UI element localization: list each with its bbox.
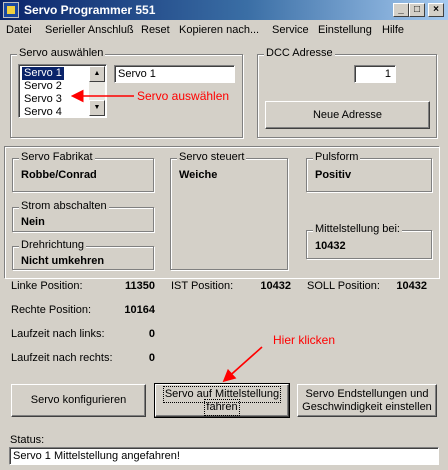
app-icon[interactable] — [3, 2, 19, 18]
servo-list-scrollbar[interactable]: ▲ ▼ — [89, 66, 105, 116]
pulsform-group: Pulsform Positiv — [306, 151, 432, 192]
mittelstellung-button-line1: Servo auf Mittelstellung — [162, 385, 282, 403]
linke-position-value: 11350 — [125, 280, 155, 292]
servo-list-item[interactable]: Servo 3 — [22, 93, 64, 106]
steuert-value: Weiche — [179, 169, 218, 181]
title-bar[interactable]: Servo Programmer 551 _ □ × — [0, 0, 448, 20]
servo-endstellungen-button[interactable]: Servo Endstellungen und Geschwindigkeit … — [297, 384, 437, 417]
menu-datei[interactable]: Datei — [6, 24, 32, 36]
servo-list-item[interactable]: Servo 2 — [22, 80, 64, 93]
fabrikat-value: Robbe/Conrad — [21, 169, 97, 181]
servo-listbox[interactable]: Servo 1 Servo 2 Servo 3 Servo 4 ▲ ▼ — [18, 64, 107, 118]
status-label: Status: — [10, 434, 45, 446]
drehrichtung-label: Drehrichtung — [19, 239, 86, 251]
soll-position-label: SOLL Position: — [307, 280, 380, 292]
servo-select-legend: Servo auswählen — [17, 47, 106, 59]
new-address-button[interactable]: Neue Adresse — [265, 101, 430, 129]
fabrikat-group: Servo Fabrikat Robbe/Conrad — [12, 151, 154, 192]
menu-service[interactable]: Service — [272, 24, 309, 36]
laufzeit-rechts-value: 0 — [148, 352, 155, 364]
click-here-annotation: Hier klicken — [273, 333, 336, 347]
endstellungen-button-line2: Geschwindigkeit einstellen — [302, 400, 432, 413]
menu-hilfe[interactable]: Hilfe — [382, 24, 404, 36]
steuert-group: Servo steuert Weiche — [170, 151, 288, 270]
endstellungen-button-line1: Servo Endstellungen und — [305, 387, 429, 400]
servo-name-field[interactable]: Servo 1 — [114, 65, 235, 83]
mittelstellung-label: Mittelstellung bei: — [313, 223, 402, 235]
menu-kopieren-nach[interactable]: Kopieren nach... — [179, 24, 259, 36]
dcc-legend: DCC Adresse — [264, 47, 335, 59]
menu-reset[interactable]: Reset — [141, 24, 170, 36]
menu-serieller-anschluss[interactable]: Serieller Anschluß — [45, 24, 134, 36]
minimize-button[interactable]: _ — [393, 3, 409, 17]
servo-list-item[interactable]: Servo 4 — [22, 106, 64, 119]
dcc-address-field[interactable]: 1 — [354, 65, 396, 83]
servo-konfigurieren-button[interactable]: Servo konfigurieren — [11, 384, 146, 417]
strom-group: Strom abschalten Nein — [12, 200, 154, 232]
strom-label: Strom abschalten — [19, 200, 109, 212]
new-address-label: Neue Adresse — [312, 108, 383, 121]
servo-list-item[interactable]: Servo 1 — [22, 67, 64, 80]
pulsform-value: Positiv — [315, 169, 352, 181]
laufzeit-links-label: Laufzeit nach links: — [11, 328, 105, 340]
menu-einstellung[interactable]: Einstellung — [318, 24, 372, 36]
linke-position-label: Linke Position: — [11, 280, 83, 292]
servo-konfigurieren-label: Servo konfigurieren — [30, 394, 127, 406]
drehrichtung-group: Drehrichtung Nicht umkehren — [12, 239, 154, 270]
laufzeit-links-value: 0 — [148, 328, 155, 340]
rechte-position-value: 10164 — [124, 304, 155, 316]
status-field: Servo 1 Mittelstellung angefahren! — [9, 447, 439, 465]
soll-position-value: 10432 — [396, 280, 427, 292]
window-title: Servo Programmer 551 — [24, 3, 156, 17]
ist-position-label: IST Position: — [171, 280, 234, 292]
select-servo-annotation: Servo auswählen — [137, 89, 230, 103]
laufzeit-rechts-label: Laufzeit nach rechts: — [11, 352, 113, 364]
mittelstellung-button-line2: fahren — [204, 398, 240, 416]
strom-value: Nein — [21, 216, 45, 228]
steuert-label: Servo steuert — [177, 151, 247, 163]
menu-bar: Datei Serieller Anschluß Reset Kopieren … — [0, 21, 448, 39]
rechte-position-label: Rechte Position: — [11, 304, 92, 316]
mittelstellung-value: 10432 — [315, 240, 346, 252]
click-arrow-icon — [222, 346, 263, 383]
drehrichtung-value: Nicht umkehren — [21, 255, 105, 267]
pulsform-label: Pulsform — [313, 151, 361, 163]
fabrikat-label: Servo Fabrikat — [19, 151, 95, 163]
close-button[interactable]: × — [428, 3, 444, 17]
mittelstellung-group: Mittelstellung bei: 10432 — [306, 223, 432, 259]
scroll-down-icon[interactable]: ▼ — [89, 100, 105, 116]
maximize-button[interactable]: □ — [409, 3, 425, 17]
servo-mittelstellung-button[interactable]: Servo auf Mittelstellung fahren — [154, 383, 290, 418]
ist-position-value: 10432 — [260, 280, 291, 292]
scroll-up-icon[interactable]: ▲ — [89, 66, 105, 82]
